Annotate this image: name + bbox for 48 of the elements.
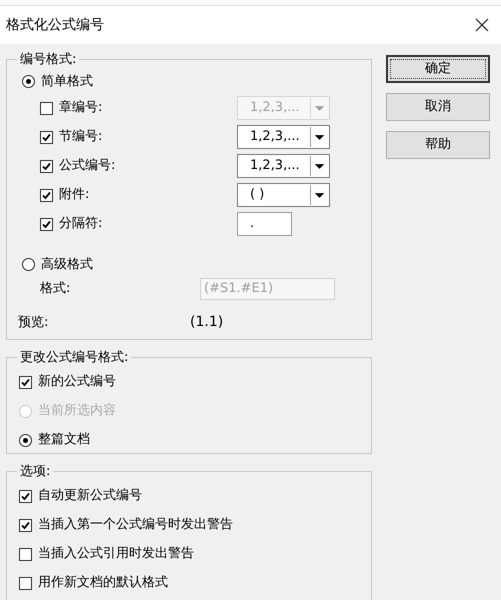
check-icon [42, 220, 51, 228]
checkbox[interactable] [40, 218, 53, 230]
check-icon [42, 190, 51, 200]
checkbox[interactable] [19, 490, 32, 502]
preview-label: 预览: [18, 314, 50, 332]
check-icon [21, 492, 30, 500]
dropdown[interactable]: 1,2,3,... [237, 125, 330, 149]
checkbox[interactable] [19, 548, 32, 560]
option-label: 当前所选内容 [38, 402, 116, 420]
option-label: 自动更新公式编号 [38, 487, 142, 506]
checkbox[interactable] [40, 188, 53, 202]
group-title: 更改公式编号格式: [19, 349, 130, 367]
field-value: (#S1.#E1) [204, 280, 274, 298]
check-icon [21, 520, 30, 530]
radio-button[interactable] [19, 434, 32, 446]
checkbox[interactable] [19, 518, 32, 532]
option-label: 简单格式 [41, 72, 93, 91]
input-field[interactable]: . [237, 212, 292, 236]
checkbox[interactable] [19, 376, 32, 388]
option-label: 用作新文档的默认格式 [38, 574, 168, 592]
check-icon [42, 162, 51, 170]
option-label: 高级格式 [41, 256, 93, 274]
dropdown[interactable]: ( ) [237, 183, 330, 207]
checkbox[interactable] [19, 576, 32, 590]
window-title: 格式化公式编号 [6, 16, 104, 34]
check-icon [21, 378, 30, 386]
dialog-button[interactable]: 取消 [386, 93, 490, 121]
field-label: 节编号: [59, 128, 104, 146]
group-title: 编号格式: [19, 51, 78, 69]
check-icon [42, 132, 51, 142]
option-label: 新的公式编号 [38, 373, 116, 392]
field-label: 分隔符: [59, 215, 104, 234]
dialog-button[interactable]: 确定 [386, 55, 490, 83]
dialog-button[interactable]: 帮助 [386, 131, 490, 159]
field-label: 章编号: [59, 99, 104, 118]
checkbox[interactable] [40, 160, 53, 172]
option-label: 整篇文档 [38, 431, 90, 450]
option-label: 当插入第一个公式编号时发出警告 [38, 516, 233, 534]
field-label: 附件: [59, 186, 90, 204]
group-title: 选项: [19, 463, 52, 481]
field-label: 公式编号: [59, 157, 116, 176]
field-label: 格式: [40, 280, 72, 298]
dropdown[interactable]: 1,2,3,... [237, 154, 330, 178]
radio-button[interactable] [22, 75, 35, 88]
option-label: 当插入公式引用时发出警告 [38, 545, 194, 564]
checkbox[interactable] [40, 130, 53, 144]
close-icon[interactable] [475, 18, 489, 32]
preview-value: (1.1) [190, 313, 224, 332]
